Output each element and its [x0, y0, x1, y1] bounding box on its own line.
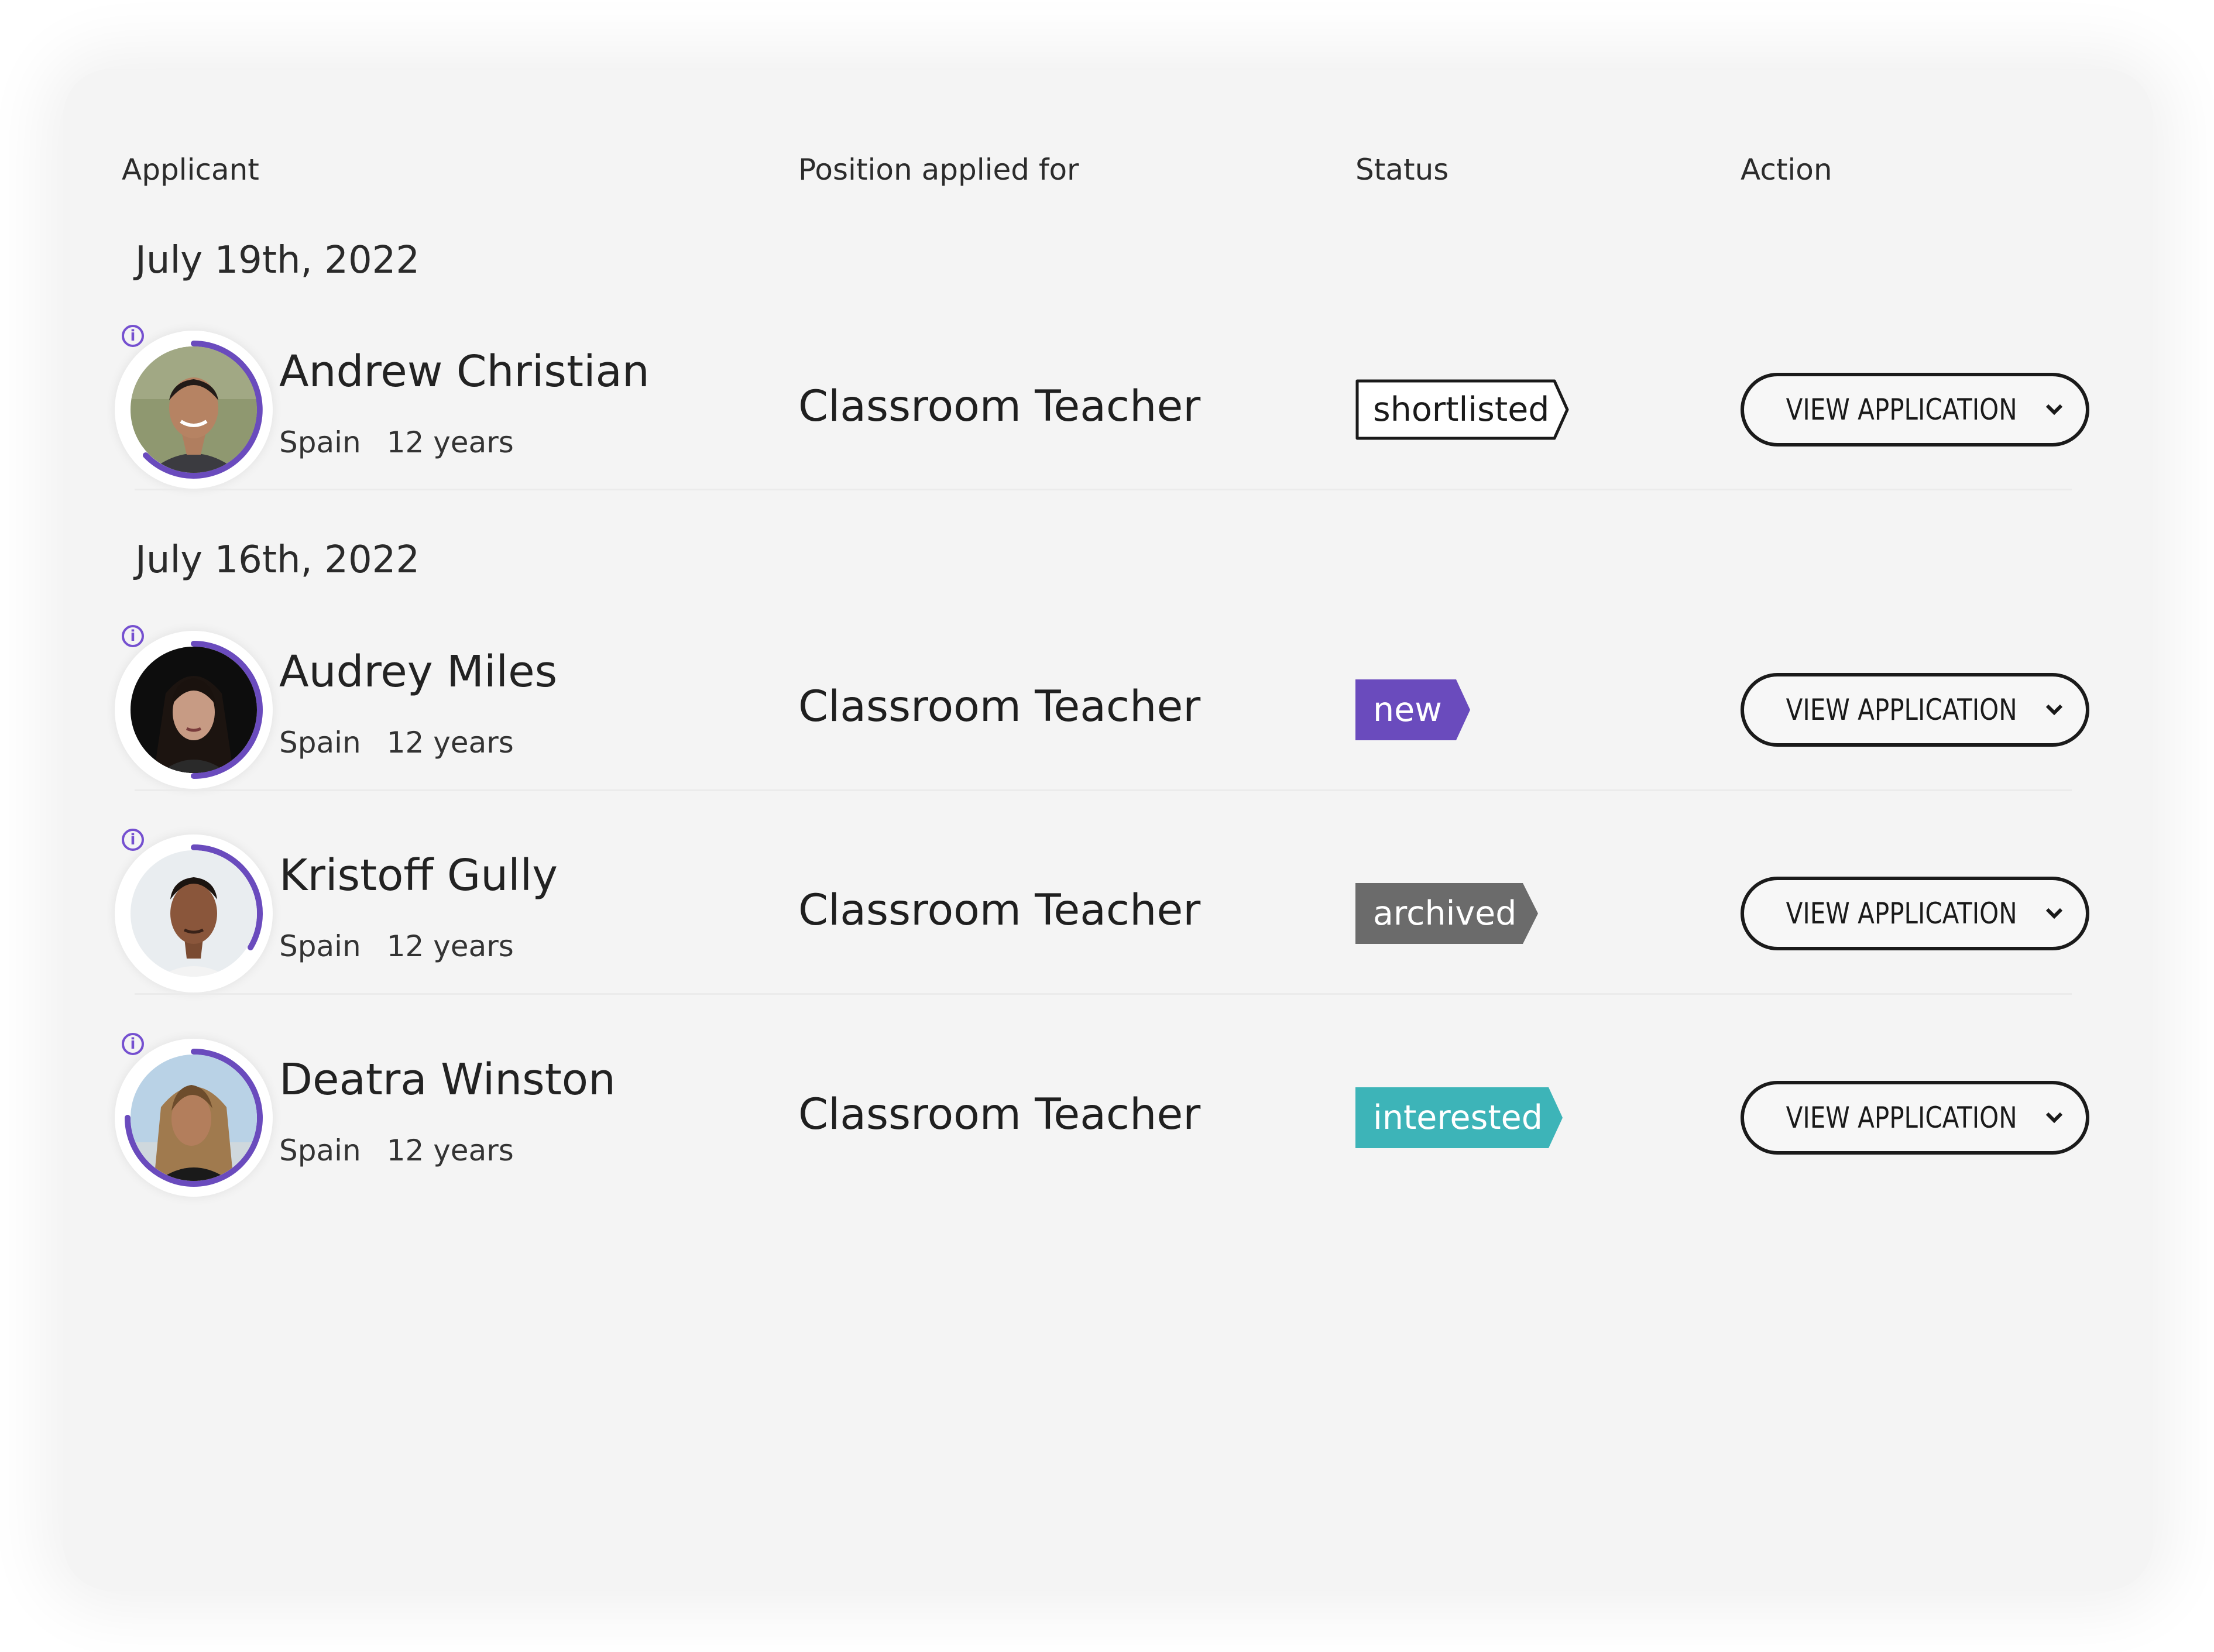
chevron-down-icon	[2046, 704, 2063, 716]
position-applied: Classroom Teacher	[798, 382, 1201, 431]
chevron-down-icon	[2046, 1112, 2063, 1124]
applicant-row: i Deatra Winston Spain 12 years Classroom…	[0, 1033, 2214, 1197]
applicant-meta: Spain 12 years	[279, 1132, 514, 1169]
applicant-name[interactable]: Kristoff Gully	[279, 849, 558, 902]
avatar	[115, 834, 273, 992]
column-header-applicant: Applicant	[122, 153, 259, 187]
avatar-photo	[131, 850, 257, 977]
status-label: new	[1373, 691, 1442, 729]
avatar-photo	[131, 346, 257, 473]
applicant-country: Spain	[279, 726, 361, 760]
applicant-meta: Spain 12 years	[279, 424, 514, 461]
applicant-experience: 12 years	[386, 929, 514, 963]
row-divider	[135, 789, 2072, 791]
position-applied: Classroom Teacher	[798, 885, 1201, 935]
status-label: archived	[1373, 894, 1517, 933]
applicant-country: Spain	[279, 1134, 361, 1167]
applicant-experience: 12 years	[386, 425, 514, 459]
date-group-heading: July 16th, 2022	[135, 538, 420, 582]
view-application-button[interactable]: VIEW APPLICATION	[1741, 373, 2089, 447]
view-application-label: VIEW APPLICATION	[1786, 897, 2017, 930]
status-badge: new	[1355, 679, 1472, 740]
applicant-row: i Andrew Christian Spain 12 years Classro…	[0, 325, 2214, 489]
status-badge: interested	[1355, 1087, 1566, 1148]
applicant-meta: Spain 12 years	[279, 724, 514, 761]
avatar	[115, 331, 273, 489]
view-application-button[interactable]: VIEW APPLICATION	[1741, 877, 2089, 950]
applicant-row: i Audrey Miles Spain 12 years Classroom T…	[0, 625, 2214, 789]
view-application-label: VIEW APPLICATION	[1786, 1101, 2017, 1135]
date-group-heading: July 19th, 2022	[135, 239, 420, 282]
view-application-button[interactable]: VIEW APPLICATION	[1741, 673, 2089, 747]
applicant-experience: 12 years	[386, 1134, 514, 1167]
applicant-country: Spain	[279, 425, 361, 459]
view-application-label: VIEW APPLICATION	[1786, 693, 2017, 727]
status-label: shortlisted	[1373, 390, 1550, 429]
applicant-name[interactable]: Andrew Christian	[279, 345, 650, 398]
applicant-name[interactable]: Audrey Miles	[279, 645, 557, 698]
avatar	[115, 1039, 273, 1197]
column-header-action: Action	[1741, 153, 1832, 187]
applicant-row: i Kristoff Gully Spain 12 years Classroom…	[0, 829, 2214, 992]
status-badge: archived	[1355, 883, 1543, 944]
row-divider	[135, 993, 2072, 995]
status-label: interested	[1373, 1098, 1543, 1137]
chevron-down-icon	[2046, 404, 2063, 415]
applicant-meta: Spain 12 years	[279, 928, 514, 964]
avatar-photo	[131, 647, 257, 773]
applicant-country: Spain	[279, 929, 361, 963]
view-application-button[interactable]: VIEW APPLICATION	[1741, 1081, 2089, 1155]
position-applied: Classroom Teacher	[798, 682, 1201, 731]
column-header-status: Status	[1355, 153, 1449, 187]
view-application-label: VIEW APPLICATION	[1786, 393, 2017, 427]
column-header-position: Position applied for	[798, 153, 1079, 187]
position-applied: Classroom Teacher	[798, 1090, 1201, 1139]
applicant-experience: 12 years	[386, 726, 514, 760]
status-badge: shortlisted	[1355, 379, 1572, 440]
applicant-name[interactable]: Deatra Winston	[279, 1053, 616, 1106]
row-divider	[135, 489, 2072, 490]
avatar-photo	[131, 1055, 257, 1181]
avatar	[115, 631, 273, 789]
chevron-down-icon	[2046, 908, 2063, 919]
